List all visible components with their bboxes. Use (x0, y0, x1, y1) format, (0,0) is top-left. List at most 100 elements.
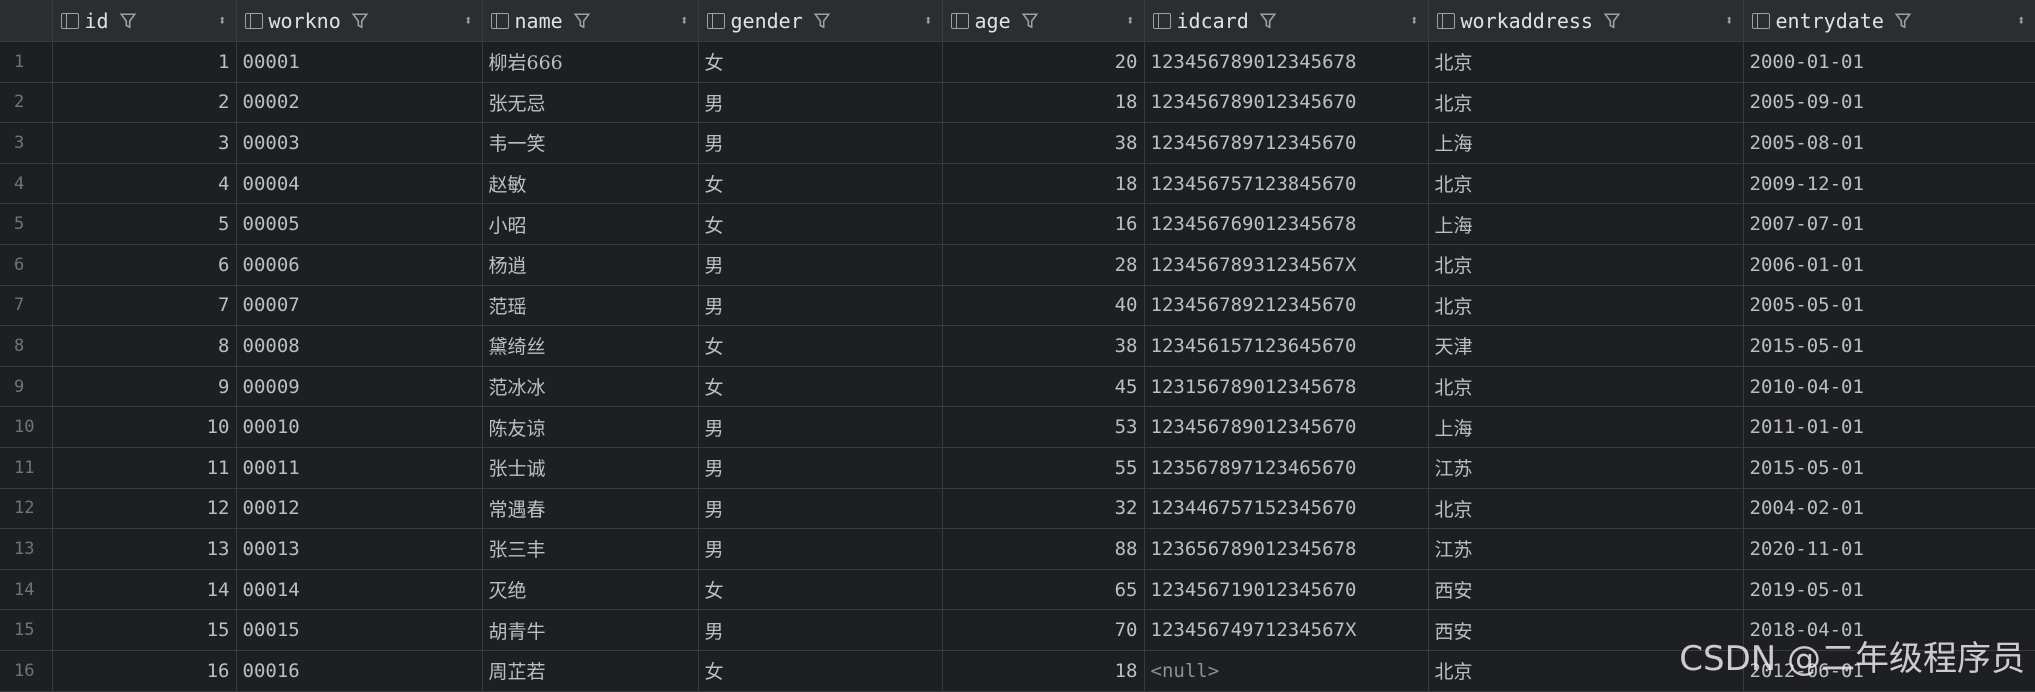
table-row[interactable]: 9 9 00009 范冰冰女 45 123156789012345678 北京 2010-04… (0, 366, 2035, 408)
cell-id[interactable]: 6 (52, 244, 237, 286)
table-row[interactable]: 12 12 00012 常遇春男 32 123446757152345670 北京 2004-… (0, 488, 2035, 530)
cell-workaddress[interactable]: 北京 (1428, 82, 1744, 124)
column-header-idcard[interactable]: idcard ⬍ (1144, 0, 1429, 42)
cell-id[interactable]: 9 (52, 366, 237, 408)
sort-icon[interactable]: ⬍ (218, 13, 227, 29)
cell-name[interactable]: 周芷若 (482, 650, 699, 692)
cell-workaddress[interactable]: 北京 (1428, 41, 1744, 83)
table-row[interactable]: 3 3 00003 韦一笑男 38 123456789712345670 上海 2005-08… (0, 122, 2035, 164)
cell-gender[interactable]: 女 (698, 366, 943, 408)
cell-idcard[interactable]: 123446757152345670 (1144, 488, 1429, 530)
cell-idcard[interactable]: 123456769012345678 (1144, 203, 1429, 245)
cell-age[interactable]: 20 (942, 41, 1145, 83)
table-row[interactable]: 14 14 00014 灭绝女 65 123456719012345670 西安 2019-0… (0, 569, 2035, 611)
cell-workaddress[interactable]: 江苏 (1428, 528, 1744, 570)
table-row[interactable]: 10 10 00010 陈友谅男 53 123456789012345670 上海 2011-… (0, 406, 2035, 448)
cell-age[interactable]: 70 (942, 609, 1145, 651)
cell-workaddress[interactable]: 江苏 (1428, 447, 1744, 489)
table-row[interactable]: 8 8 00008 黛绮丝女 38 123456157123645670 天津 2015-05… (0, 325, 2035, 367)
cell-idcard[interactable]: 123456789212345670 (1144, 285, 1429, 327)
cell-idcard[interactable]: 123456789012345670 (1144, 82, 1429, 124)
row-number[interactable]: 4 (0, 163, 53, 205)
table-row[interactable]: 11 11 00011 张士诚男 55 123567897123465670 江苏 2015-… (0, 447, 2035, 489)
cell-name[interactable]: 柳岩666 (482, 41, 699, 83)
cell-workaddress[interactable]: 北京 (1428, 163, 1744, 205)
cell-idcard[interactable]: 12345674971234567X (1144, 609, 1429, 651)
cell-workno[interactable]: 00015 (236, 609, 483, 651)
cell-entrydate[interactable]: 2005-09-01 (1743, 82, 2035, 124)
column-header-entrydate[interactable]: entrydate ⬍ (1743, 0, 2035, 42)
table-row[interactable]: 4 4 00004 赵敏女 18 123456757123845670 北京 2009-12-… (0, 163, 2035, 205)
sort-icon[interactable]: ⬍ (1410, 13, 1419, 29)
cell-entrydate[interactable]: 2005-05-01 (1743, 285, 2035, 327)
cell-entrydate[interactable]: 2009-12-01 (1743, 163, 2035, 205)
row-number[interactable]: 16 (0, 650, 53, 692)
cell-id[interactable]: 10 (52, 406, 237, 448)
row-number[interactable]: 11 (0, 447, 53, 489)
column-header-name[interactable]: name ⬍ (482, 0, 699, 42)
cell-age[interactable]: 18 (942, 163, 1145, 205)
sort-icon[interactable]: ⬍ (1725, 13, 1734, 29)
cell-name[interactable]: 范冰冰 (482, 366, 699, 408)
cell-workno[interactable]: 00001 (236, 41, 483, 83)
cell-gender[interactable]: 男 (698, 406, 943, 448)
table-row[interactable]: 7 7 00007 范瑶男 40 123456789212345670 北京 2005-05-… (0, 285, 2035, 327)
cell-id[interactable]: 2 (52, 82, 237, 124)
cell-idcard[interactable]: 123456157123645670 (1144, 325, 1429, 367)
cell-workno[interactable]: 00016 (236, 650, 483, 692)
cell-name[interactable]: 灭绝 (482, 569, 699, 611)
cell-idcard[interactable]: 123456757123845670 (1144, 163, 1429, 205)
cell-gender[interactable]: 男 (698, 285, 943, 327)
filter-icon[interactable] (119, 12, 137, 30)
row-number[interactable]: 14 (0, 569, 53, 611)
cell-id[interactable]: 1 (52, 41, 237, 83)
cell-age[interactable]: 16 (942, 203, 1145, 245)
cell-workaddress[interactable]: 北京 (1428, 244, 1744, 286)
row-number[interactable]: 12 (0, 488, 53, 530)
cell-id[interactable]: 14 (52, 569, 237, 611)
cell-workaddress[interactable]: 天津 (1428, 325, 1744, 367)
cell-gender[interactable]: 女 (698, 41, 943, 83)
cell-workno[interactable]: 00007 (236, 285, 483, 327)
cell-age[interactable]: 53 (942, 406, 1145, 448)
cell-name[interactable]: 常遇春 (482, 488, 699, 530)
cell-age[interactable]: 18 (942, 82, 1145, 124)
cell-name[interactable]: 小昭 (482, 203, 699, 245)
cell-workaddress[interactable]: 上海 (1428, 122, 1744, 164)
cell-gender[interactable]: 女 (698, 203, 943, 245)
cell-gender[interactable]: 女 (698, 650, 943, 692)
row-number[interactable]: 1 (0, 41, 53, 83)
sort-icon[interactable]: ⬍ (2017, 13, 2026, 29)
sort-icon[interactable]: ⬍ (1126, 13, 1135, 29)
cell-entrydate[interactable]: 2011-01-01 (1743, 406, 2035, 448)
column-header-gender[interactable]: gender ⬍ (698, 0, 943, 42)
cell-name[interactable]: 胡青牛 (482, 609, 699, 651)
row-number[interactable]: 6 (0, 244, 53, 286)
cell-entrydate[interactable]: 2007-07-01 (1743, 203, 2035, 245)
cell-gender[interactable]: 男 (698, 488, 943, 530)
cell-age[interactable]: 40 (942, 285, 1145, 327)
cell-id[interactable]: 8 (52, 325, 237, 367)
cell-id[interactable]: 15 (52, 609, 237, 651)
cell-idcard[interactable]: 123456789712345670 (1144, 122, 1429, 164)
cell-age[interactable]: 18 (942, 650, 1145, 692)
cell-gender[interactable]: 男 (698, 609, 943, 651)
column-header-id[interactable]: id ⬍ (52, 0, 237, 42)
cell-gender[interactable]: 男 (698, 528, 943, 570)
cell-workno[interactable]: 00009 (236, 366, 483, 408)
cell-workaddress[interactable]: 西安 (1428, 569, 1744, 611)
cell-id[interactable]: 3 (52, 122, 237, 164)
cell-idcard[interactable]: <null> (1144, 650, 1429, 692)
cell-entrydate[interactable]: 2006-01-01 (1743, 244, 2035, 286)
table-row[interactable]: 2 2 00002 张无忌男 18 123456789012345670 北京 2005-09… (0, 82, 2035, 124)
cell-gender[interactable]: 女 (698, 163, 943, 205)
row-number[interactable]: 3 (0, 122, 53, 164)
filter-icon[interactable] (1603, 12, 1621, 30)
cell-id[interactable]: 4 (52, 163, 237, 205)
table-row[interactable]: 1 1 00001 柳岩666 女 20 123456789012345678 北京 2000-… (0, 41, 2035, 83)
cell-workno[interactable]: 00005 (236, 203, 483, 245)
cell-name[interactable]: 张三丰 (482, 528, 699, 570)
cell-gender[interactable]: 女 (698, 325, 943, 367)
cell-entrydate[interactable]: 2004-02-01 (1743, 488, 2035, 530)
cell-workno[interactable]: 00003 (236, 122, 483, 164)
